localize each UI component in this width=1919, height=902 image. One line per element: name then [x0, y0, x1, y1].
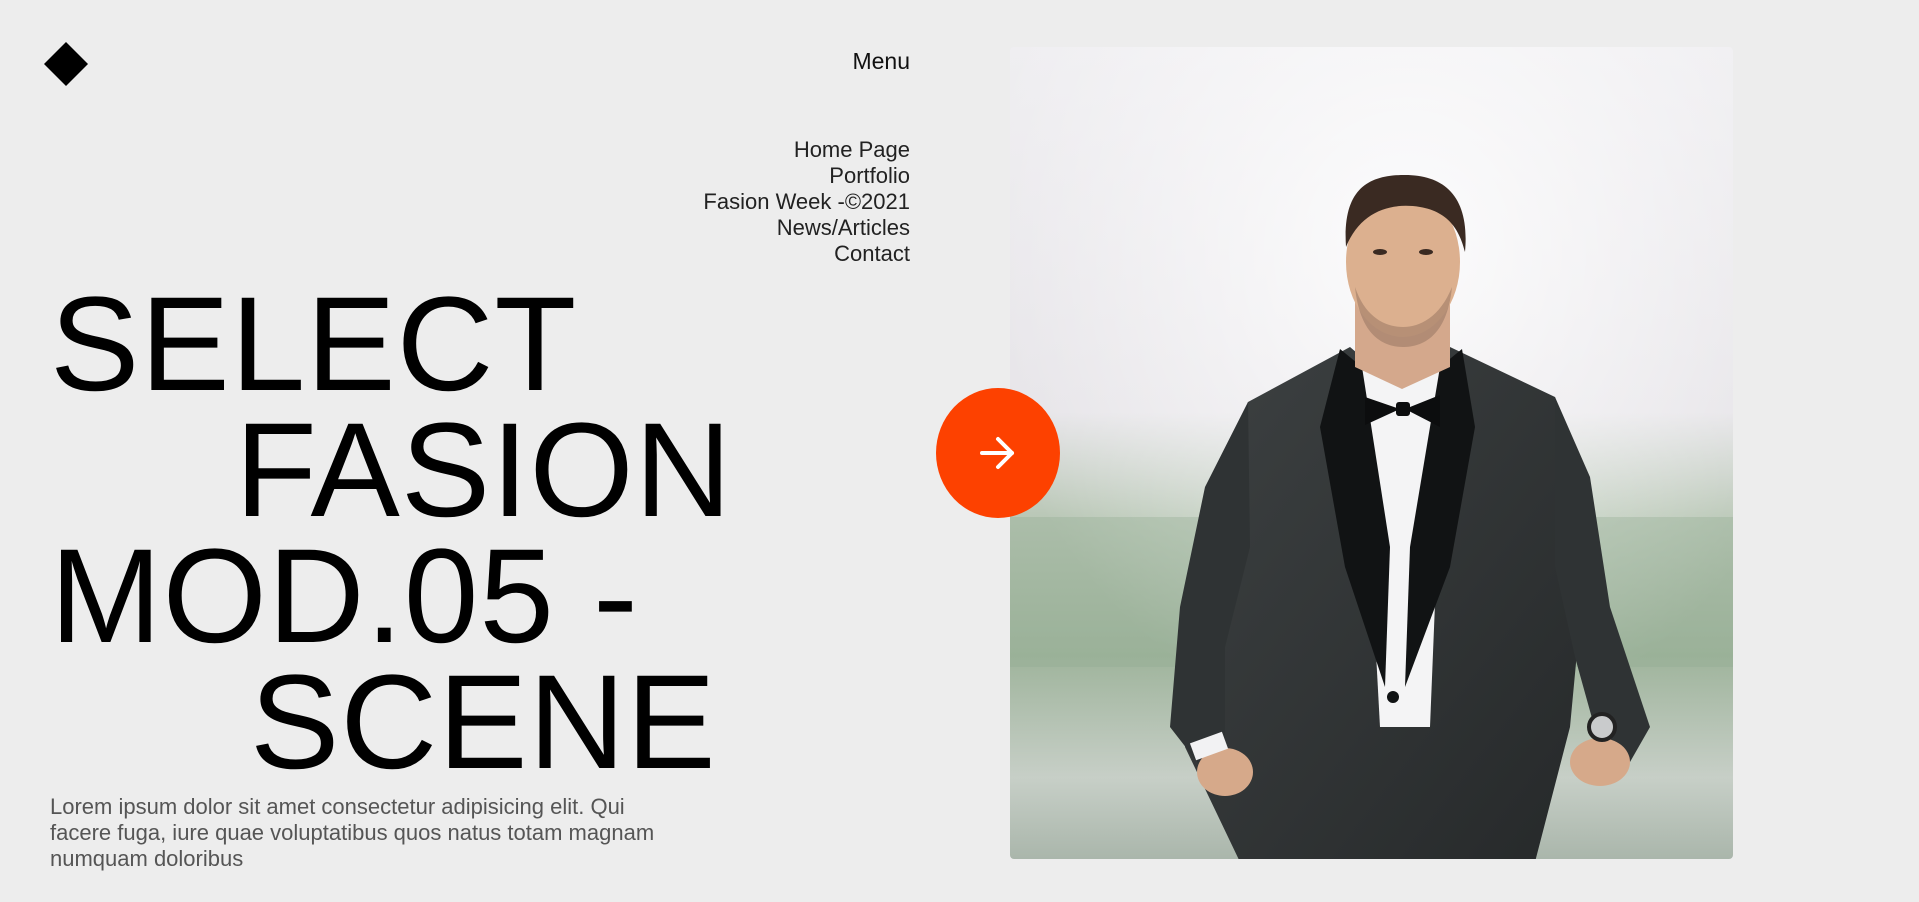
logo[interactable]: [44, 42, 88, 86]
hero-description: Lorem ipsum dolor sit amet consectetur a…: [50, 794, 655, 871]
headline-line-2: FASION: [235, 396, 733, 545]
nav-item-news-articles[interactable]: News/Articles: [703, 215, 910, 241]
headline-line-3: MOD.05 -: [50, 522, 639, 671]
model-in-tuxedo-image: [1010, 47, 1733, 859]
headline-line-1: SELECT: [50, 270, 578, 419]
nav-item-contact[interactable]: Contact: [703, 241, 910, 267]
next-button[interactable]: [936, 388, 1060, 518]
hero-image: [1010, 47, 1733, 859]
main-nav: Home Page Portfolio Fasion Week -©2021 N…: [703, 137, 910, 267]
menu-toggle[interactable]: Menu: [852, 47, 910, 75]
diamond-logo-icon: [44, 42, 88, 86]
arrow-right-icon: [980, 437, 1014, 469]
nav-item-fasion-week[interactable]: Fasion Week -©2021: [703, 189, 910, 215]
nav-item-portfolio[interactable]: Portfolio: [703, 163, 910, 189]
headline-line-4: SCENE: [250, 648, 717, 797]
hero-headline: SELECT FASION MOD.05 - SCENE: [50, 270, 733, 797]
nav-item-home-page[interactable]: Home Page: [703, 137, 910, 163]
